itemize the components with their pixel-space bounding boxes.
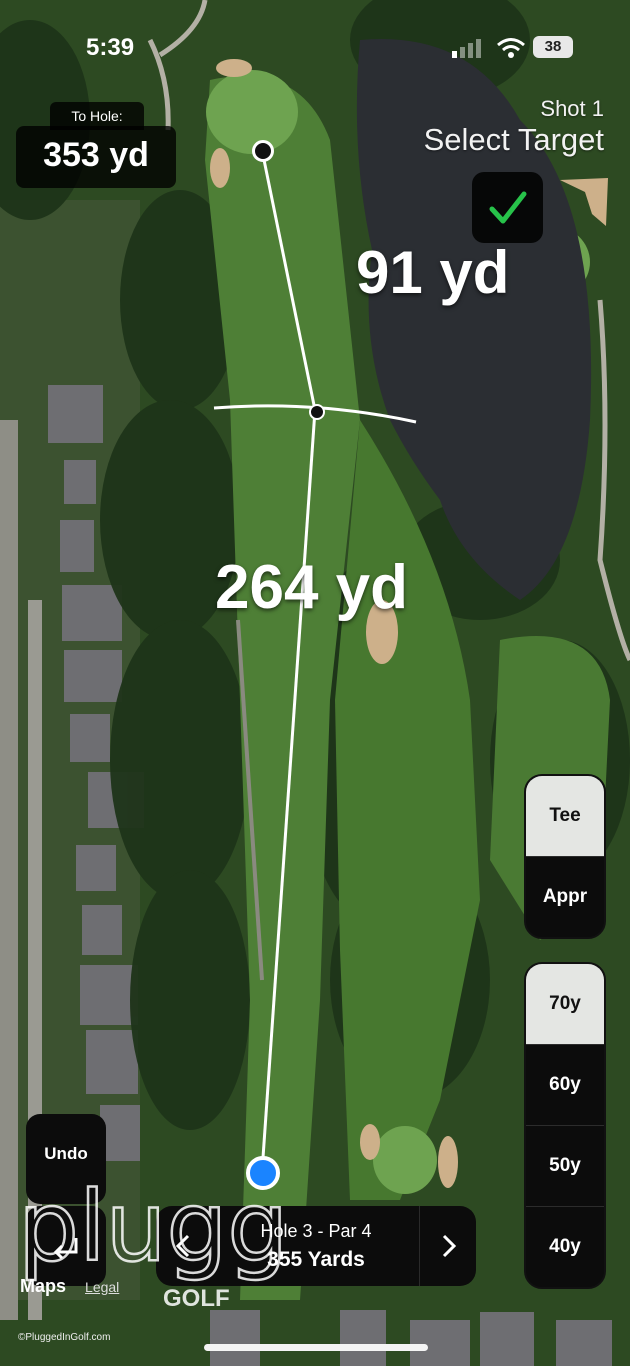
- shot-number: Shot 1: [540, 96, 604, 121]
- select-target-instruction: Select Target: [423, 122, 604, 157]
- chevron-right-icon: [442, 1234, 457, 1258]
- watermark-sub: GOLF: [163, 1285, 230, 1312]
- distance-option-50y[interactable]: 50y: [526, 1126, 604, 1207]
- home-indicator[interactable]: [204, 1344, 428, 1351]
- pin-marker: [252, 140, 274, 162]
- battery-indicator: 38: [533, 36, 573, 58]
- cellular-signal-icon: [452, 39, 481, 58]
- watermark-text: pluggedin: [18, 1171, 288, 1283]
- mode-option-appr[interactable]: Appr: [526, 857, 604, 937]
- tee-to-target-distance: 264 yd: [215, 553, 409, 622]
- distance-option-40y[interactable]: 40y: [526, 1207, 604, 1287]
- distance-option-70y[interactable]: 70y: [526, 964, 604, 1045]
- status-bar: 5:39 38: [0, 30, 630, 66]
- copyright-text: ©PluggedInGolf.com: [18, 1332, 111, 1343]
- to-hole-box: 353 yd: [16, 126, 176, 188]
- next-hole-button[interactable]: [419, 1206, 476, 1286]
- maps-attribution: Maps Legal: [20, 1276, 119, 1297]
- status-time: 5:39: [86, 34, 135, 61]
- target-to-hole-distance: 91 yd: [356, 239, 510, 306]
- wifi-icon: [497, 38, 525, 58]
- confirm-target-button[interactable]: [472, 172, 543, 243]
- shot-mode-selector: Tee Appr: [524, 774, 606, 939]
- checkmark-icon: [489, 191, 527, 224]
- mode-option-tee[interactable]: Tee: [526, 776, 604, 857]
- target-marker[interactable]: [309, 404, 325, 420]
- distance-selector: 70y 60y 50y 40y: [524, 962, 606, 1289]
- distance-option-60y[interactable]: 60y: [526, 1045, 604, 1126]
- to-hole-distance: 353 yd: [43, 136, 149, 174]
- legal-link[interactable]: Legal: [85, 1279, 119, 1295]
- maps-brand: Maps: [20, 1276, 67, 1296]
